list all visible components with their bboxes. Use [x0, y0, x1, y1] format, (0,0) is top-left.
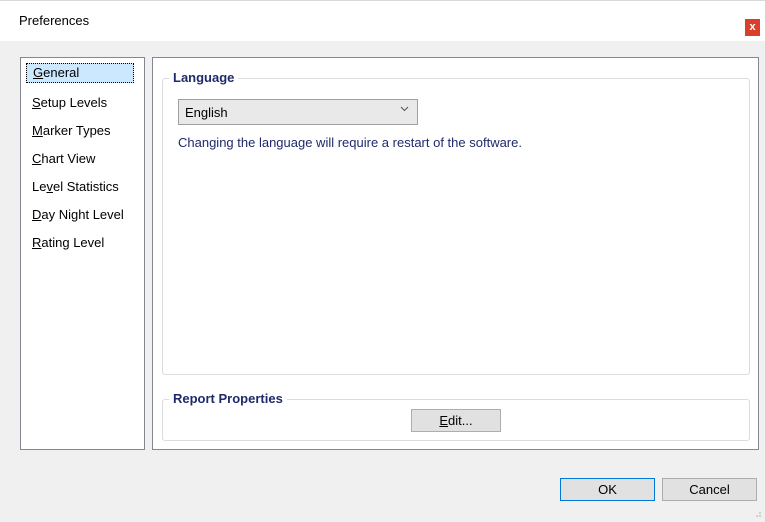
cancel-button[interactable]: Cancel: [662, 478, 757, 501]
edit-button-label: dit...: [448, 413, 473, 428]
sidebar-item-label: ay Night Level: [41, 207, 124, 222]
resize-grip-icon[interactable]: [753, 509, 761, 519]
mnemonic: E: [439, 413, 449, 428]
mnemonic: M: [32, 123, 43, 138]
sidebar-item-label-pre: Le: [32, 179, 47, 194]
edit-button[interactable]: Edit...: [411, 409, 501, 432]
sidebar-item-label: ating Level: [41, 235, 105, 250]
sidebar-item-chart-view[interactable]: Chart View: [26, 149, 101, 169]
sidebar-item-label: el Statistics: [52, 179, 119, 194]
ok-button[interactable]: OK: [560, 478, 655, 501]
sidebar-item-day-night-level[interactable]: Day Night Level: [26, 205, 130, 225]
chevron-down-icon: [400, 104, 409, 116]
language-group: Language English Changing the language w…: [162, 70, 750, 375]
report-properties-group-label: Report Properties: [169, 391, 287, 407]
language-restart-note: Changing the language will require a res…: [178, 135, 522, 150]
language-group-label: Language: [169, 70, 239, 86]
window-title: Preferences: [19, 13, 90, 28]
mnemonic: G: [33, 65, 44, 80]
mnemonic: D: [32, 207, 42, 222]
sidebar-item-level-statistics[interactable]: Level Statistics: [26, 177, 125, 197]
category-list: General Setup Levels Marker Types Chart …: [20, 57, 145, 450]
title-bar: Preferences x: [0, 1, 765, 41]
mnemonic: C: [32, 151, 42, 166]
sidebar-item-marker-types[interactable]: Marker Types: [26, 121, 117, 141]
preferences-dialog: Preferences x General Setup Levels Marke…: [0, 0, 765, 522]
mnemonic: S: [32, 95, 41, 110]
report-properties-group: Report Properties Edit...: [162, 391, 750, 441]
sidebar-item-label: eneral: [43, 65, 80, 80]
mnemonic: R: [32, 235, 42, 250]
language-select[interactable]: English: [178, 99, 418, 125]
sidebar-item-rating-level[interactable]: Rating Level: [26, 233, 110, 253]
sidebar-item-label: etup Levels: [40, 95, 108, 110]
settings-panel: Language English Changing the language w…: [152, 57, 759, 450]
sidebar-item-general[interactable]: General: [26, 63, 134, 83]
sidebar-item-label: hart View: [41, 151, 96, 166]
close-icon[interactable]: x: [745, 19, 760, 36]
sidebar-item-setup-levels[interactable]: Setup Levels: [26, 93, 113, 113]
sidebar-item-label: arker Types: [42, 123, 111, 138]
language-select-value: English: [185, 105, 228, 120]
